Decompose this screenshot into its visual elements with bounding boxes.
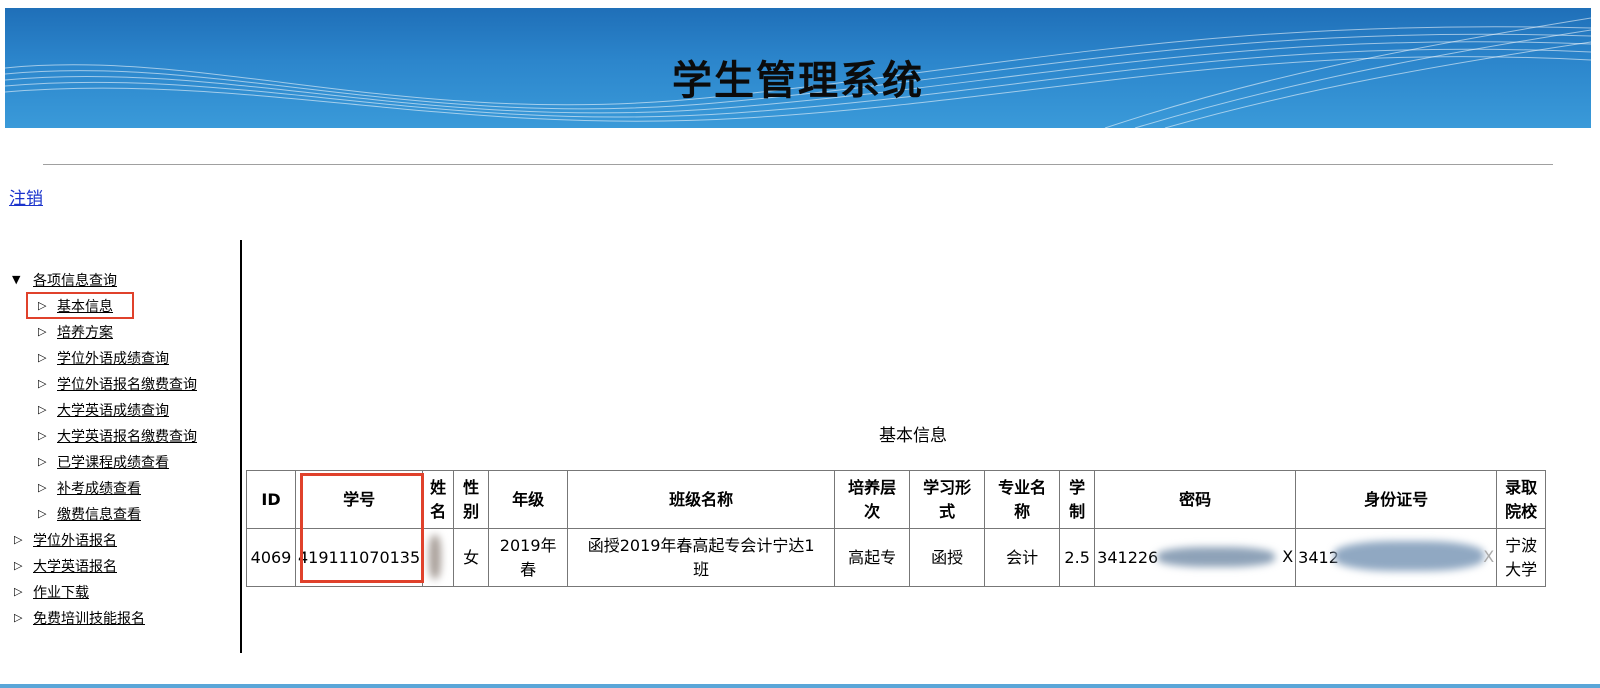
- collapsed-triangle-icon: ▷: [38, 325, 47, 338]
- bottom-border: [0, 684, 1600, 688]
- annotation-highlight-box: [26, 292, 134, 319]
- nav-item-degree-lang-score[interactable]: 学位外语成绩查询: [57, 352, 169, 366]
- idcard-visible-suffix: X: [1483, 547, 1495, 566]
- redacted-blur: [429, 535, 442, 579]
- cell-id: 4069: [246, 528, 296, 587]
- header-level: 培养层 次: [834, 470, 911, 529]
- table-row: 4069 419111070135 女 2019年 春 函授2019年春高起专会…: [246, 528, 1547, 587]
- redacted-blur: [1157, 547, 1276, 567]
- collapsed-triangle-icon: ▷: [38, 351, 47, 364]
- nav-item-training-plan[interactable]: 培养方案: [57, 326, 113, 340]
- header-class-name: 班级名称: [567, 470, 836, 529]
- cell-duration: 2.5: [1059, 528, 1096, 587]
- header-id: ID: [246, 470, 296, 529]
- nav-item-degree-lang-fee[interactable]: 学位外语报名缴费查询: [57, 378, 197, 392]
- cell-name-redacted: [422, 528, 455, 587]
- cell-class-name: 函授2019年春高起专会计宁达1 班: [567, 528, 836, 587]
- nav-group-info-query[interactable]: 各项信息查询: [33, 274, 117, 288]
- header-divider: [43, 164, 1553, 165]
- annotation-highlight-box: [300, 473, 424, 583]
- header-gender: 性 别: [453, 470, 490, 529]
- nav-item-free-training-signup[interactable]: 免费培训技能报名: [33, 612, 145, 626]
- cell-grade: 2019年 春: [488, 528, 569, 587]
- nav-item-college-english-signup[interactable]: 大学英语报名: [33, 560, 117, 574]
- header-banner: 学生管理系统: [5, 8, 1591, 128]
- collapsed-triangle-icon: ▷: [38, 507, 47, 520]
- nav-item-makeup-scores[interactable]: 补考成绩查看: [57, 482, 141, 496]
- cell-password: 341226 X: [1094, 528, 1297, 587]
- header-duration: 学 制: [1059, 470, 1096, 529]
- section-title: 基本信息: [879, 426, 947, 446]
- header-grade: 年级: [488, 470, 569, 529]
- collapsed-triangle-icon: ▷: [38, 429, 47, 442]
- nav-item-homework-download[interactable]: 作业下载: [33, 586, 89, 600]
- header-study-form: 学习形 式: [909, 470, 986, 529]
- cell-major: 会计: [984, 528, 1061, 587]
- idcard-visible-prefix: 3412: [1298, 547, 1339, 567]
- nav-item-course-scores[interactable]: 已学课程成绩查看: [57, 456, 169, 470]
- page-title: 学生管理系统: [672, 58, 924, 104]
- collapsed-triangle-icon[interactable]: ▷: [14, 612, 22, 623]
- cell-level: 高起专: [834, 528, 911, 587]
- collapsed-triangle-icon[interactable]: ▷: [14, 534, 22, 545]
- collapsed-triangle-icon[interactable]: ▷: [14, 560, 22, 571]
- header-password: 密码: [1094, 470, 1297, 529]
- collapsed-triangle-icon: ▷: [38, 403, 47, 416]
- header-id-card: 身份证号: [1295, 470, 1498, 529]
- nav-item-college-english-fee[interactable]: 大学英语报名缴费查询: [57, 430, 197, 444]
- collapsed-triangle-icon: ▷: [38, 455, 47, 468]
- password-visible-suffix: X: [1282, 547, 1294, 566]
- table-header-row: ID 学号 姓 名 性 别 年级 班级名称 培养层 次 学习形 式 专业名 称 …: [246, 470, 1547, 529]
- sidebar-divider: [240, 240, 242, 653]
- cell-study-form: 函授: [909, 528, 986, 587]
- nav-item-degree-lang-signup[interactable]: 学位外语报名: [33, 534, 117, 548]
- cell-admission-school: 宁波 大学: [1496, 528, 1547, 587]
- expanded-triangle-icon[interactable]: ▼: [12, 274, 20, 285]
- cell-id-card: 3412 X: [1295, 528, 1498, 587]
- logout-link[interactable]: 注销: [9, 184, 43, 209]
- header-admission-school: 录取 院校: [1496, 470, 1547, 529]
- basic-info-table: ID 学号 姓 名 性 别 年级 班级名称 培养层 次 学习形 式 专业名 称 …: [246, 470, 1547, 587]
- collapsed-triangle-icon: ▷: [38, 377, 47, 390]
- nav-item-college-english-score[interactable]: 大学英语成绩查询: [57, 404, 169, 418]
- collapsed-triangle-icon[interactable]: ▷: [14, 586, 22, 597]
- collapsed-triangle-icon: ▷: [38, 481, 47, 494]
- header-name: 姓 名: [422, 470, 455, 529]
- redacted-blur: [1334, 541, 1485, 571]
- nav-item-payment-info[interactable]: 缴费信息查看: [57, 508, 141, 522]
- header-major: 专业名 称: [984, 470, 1061, 529]
- password-visible-prefix: 341226: [1097, 547, 1159, 567]
- cell-gender: 女: [453, 528, 490, 587]
